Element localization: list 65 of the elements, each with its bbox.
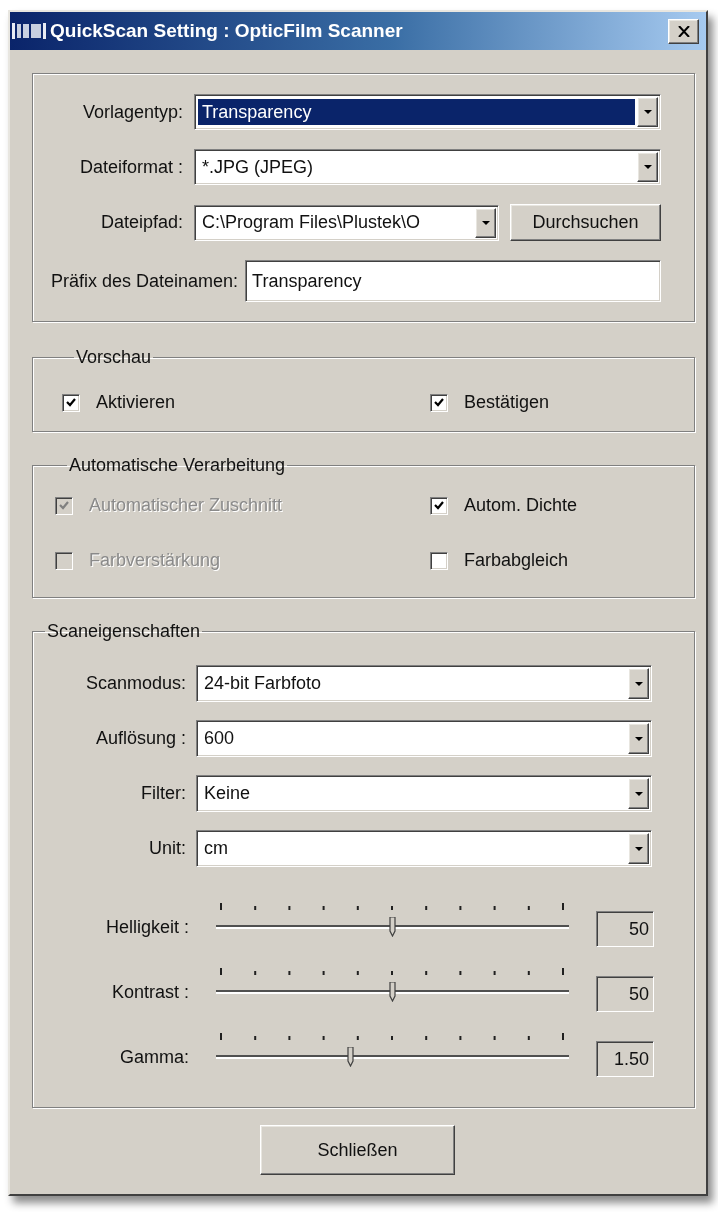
caret-down-icon xyxy=(643,165,652,169)
checkbox[interactable] xyxy=(430,496,448,515)
checkbox-label: Automatischer Zuschnitt xyxy=(89,495,283,516)
checkbox[interactable] xyxy=(62,393,80,412)
slider-track[interactable] xyxy=(216,1046,569,1068)
slider-label: Kontrast : xyxy=(110,981,189,1003)
dropdown[interactable]: 600 xyxy=(196,720,652,757)
close-dialog-button[interactable]: Schließen xyxy=(260,1125,455,1175)
checkbox[interactable] xyxy=(430,551,448,570)
value-field[interactable]: 1.50 xyxy=(596,1041,654,1077)
field-label: Unit: xyxy=(148,838,186,859)
field-label: Filter: xyxy=(140,783,186,804)
value-field[interactable]: 50 xyxy=(596,976,654,1012)
checkbox-label: Farbverstärkung xyxy=(89,550,221,571)
caret-down-icon xyxy=(634,681,643,686)
checkmark-icon xyxy=(434,398,444,407)
slider-track[interactable] xyxy=(216,916,569,938)
group-label: Scaneigenschaften xyxy=(46,620,202,642)
dropdown[interactable]: 24-bit Farbfoto xyxy=(196,665,652,702)
slider-thumb[interactable] xyxy=(347,1047,356,1067)
field-label: Dateipfad: xyxy=(99,212,183,233)
caret-down-icon xyxy=(634,736,643,741)
slider-track[interactable] xyxy=(216,981,569,1003)
checkmark-icon xyxy=(59,501,69,510)
checkmark-icon xyxy=(434,501,444,510)
checkbox[interactable] xyxy=(430,393,448,412)
dropdown-button[interactable] xyxy=(475,207,496,238)
checkbox-label: Autom. Dichte xyxy=(464,495,578,516)
dropdown[interactable]: cm xyxy=(196,830,652,867)
window-title: QuickScan Setting : OpticFilm Scanner xyxy=(50,20,404,42)
dropdown[interactable]: *.JPG (JPEG) xyxy=(194,149,661,185)
group-label: Automatische Verarbeitung xyxy=(68,454,287,476)
text-field[interactable]: Transparency xyxy=(245,260,661,302)
slider-thumb[interactable] xyxy=(388,982,397,1002)
field-label: Präfix des Dateinamen: xyxy=(51,270,239,292)
dropdown-button[interactable] xyxy=(628,723,649,754)
dropdown-button[interactable] xyxy=(628,668,649,699)
caret-down-icon xyxy=(481,220,490,225)
dropdown[interactable]: Transparency xyxy=(194,94,661,130)
slider-label: Gamma: xyxy=(119,1046,189,1068)
browse-button[interactable]: Durchsuchen xyxy=(510,204,661,241)
caret-down-icon xyxy=(643,110,652,114)
field-label: Dateiformat : xyxy=(78,156,183,178)
group-label: Vorschau xyxy=(75,346,153,368)
value-field[interactable]: 50 xyxy=(596,911,654,947)
dropdown[interactable]: C:\Program Files\Plustek\O xyxy=(194,204,499,241)
checkbox-label: Aktivieren xyxy=(96,392,176,413)
field-label: Scanmodus: xyxy=(84,673,186,694)
checkbox-label: Farbabgleich xyxy=(464,550,569,571)
slider-label: Helligkeit : xyxy=(104,916,189,938)
close-icon xyxy=(677,25,690,37)
slider-thumb[interactable] xyxy=(388,917,397,937)
dropdown-button[interactable] xyxy=(628,778,649,809)
dropdown[interactable]: Keine xyxy=(196,775,652,812)
checkbox-label: Bestätigen xyxy=(464,392,550,413)
dropdown-button[interactable] xyxy=(628,833,649,864)
caret-down-icon xyxy=(634,791,643,796)
field-label: Auflösung : xyxy=(94,728,186,749)
caret-down-icon xyxy=(634,846,643,851)
dropdown-button[interactable] xyxy=(637,152,658,182)
dropdown-button[interactable] xyxy=(637,97,658,127)
field-label: Vorlagentyp: xyxy=(81,101,183,123)
checkmark-icon xyxy=(66,398,76,407)
close-button[interactable] xyxy=(668,18,699,44)
film-strip-icon xyxy=(12,23,46,39)
